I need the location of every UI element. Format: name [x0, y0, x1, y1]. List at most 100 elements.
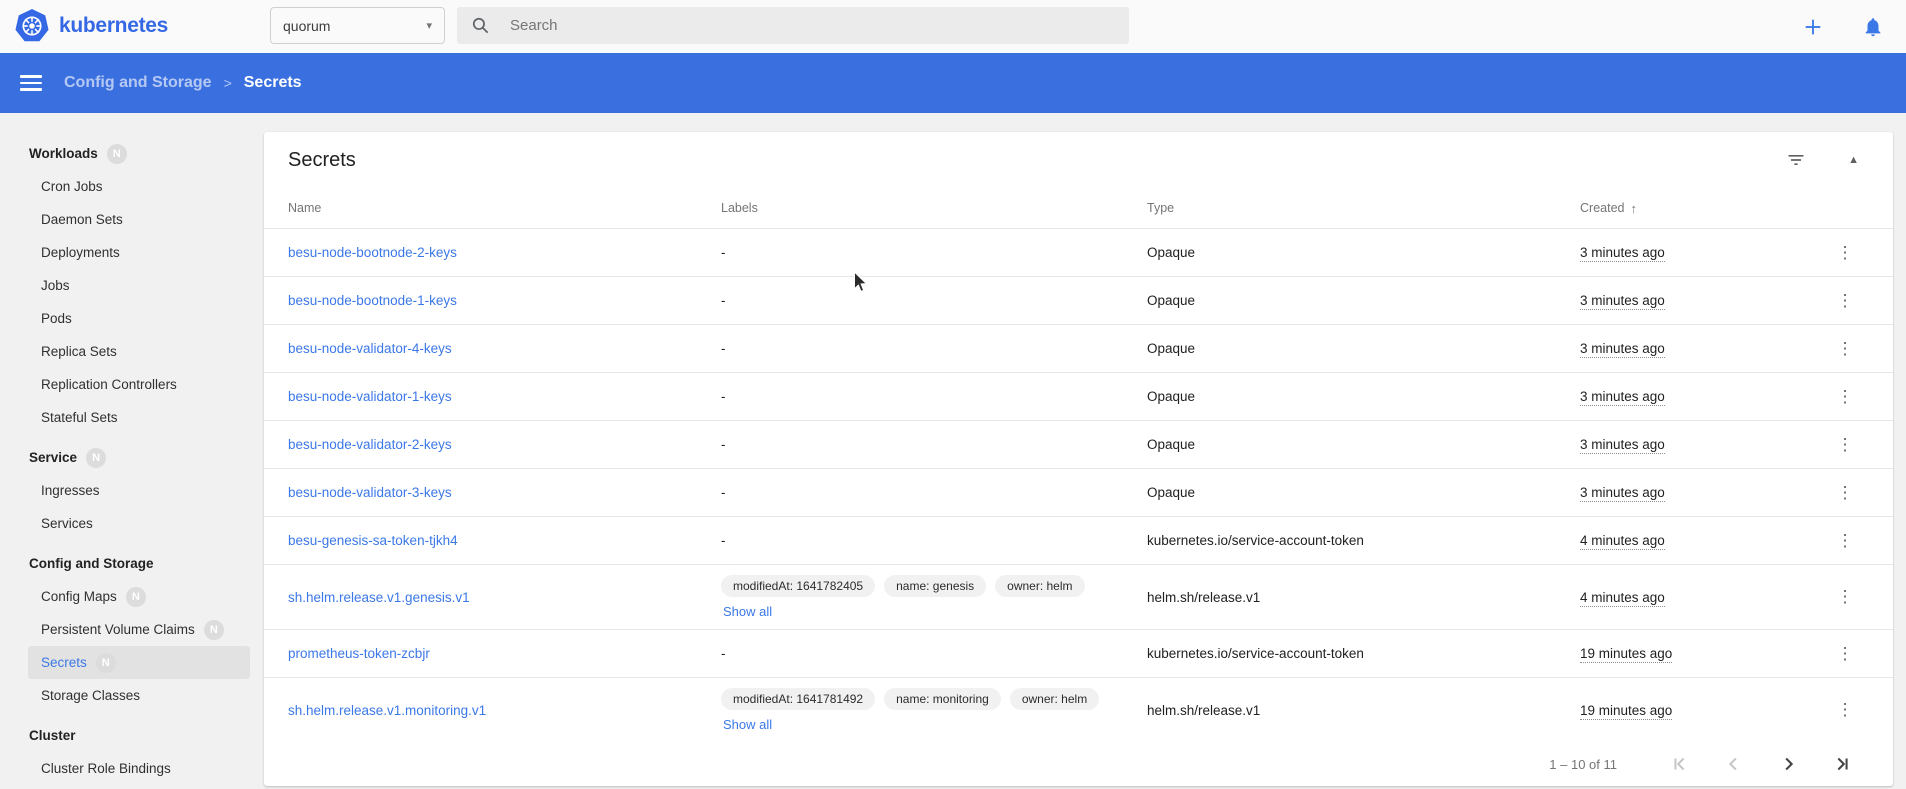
- breadcrumb: Config and Storage > Secrets: [64, 74, 302, 92]
- row-actions-menu-button[interactable]: ⋮: [1829, 287, 1862, 315]
- type-cell: kubernetes.io/service-account-token: [1147, 646, 1580, 661]
- last-page-button[interactable]: [1829, 751, 1855, 777]
- sidebar-section-service[interactable]: Service N: [0, 441, 264, 474]
- sidebar-item-cron-jobs[interactable]: Cron Jobs: [0, 170, 264, 203]
- sidebar-item-daemon-sets[interactable]: Daemon Sets: [0, 203, 264, 236]
- menu-button[interactable]: [20, 75, 42, 91]
- breadcrumb-parent-link[interactable]: Config and Storage: [64, 74, 212, 92]
- first-page-button[interactable]: [1667, 751, 1693, 777]
- row-actions-menu-button[interactable]: ⋮: [1829, 239, 1862, 267]
- row-actions-menu-button[interactable]: ⋮: [1829, 583, 1862, 611]
- column-header-name[interactable]: Name: [288, 201, 721, 215]
- row-actions-menu-button[interactable]: ⋮: [1829, 431, 1862, 459]
- created-timestamp: 3 minutes ago: [1580, 245, 1665, 262]
- sidebar-section-config-and-storage[interactable]: Config and Storage: [0, 547, 264, 580]
- table-row: besu-node-bootnode-2-keys - Opaque 3 min…: [264, 228, 1893, 276]
- secret-name-link[interactable]: sh.helm.release.v1.genesis.v1: [288, 590, 470, 605]
- sidebar-item-pods[interactable]: Pods: [0, 302, 264, 335]
- secret-name-link[interactable]: besu-node-validator-1-keys: [288, 389, 452, 404]
- secret-name-link[interactable]: besu-genesis-sa-token-tjkh4: [288, 533, 458, 548]
- row-actions-menu-button[interactable]: ⋮: [1829, 383, 1862, 411]
- created-timestamp: 4 minutes ago: [1580, 590, 1665, 607]
- secret-name-link[interactable]: besu-node-bootnode-2-keys: [288, 245, 457, 260]
- type-cell: Opaque: [1147, 389, 1580, 404]
- sidebar-item-label: Pods: [41, 311, 72, 326]
- next-page-button[interactable]: [1775, 751, 1801, 777]
- table-row: besu-node-validator-1-keys - Opaque 3 mi…: [264, 372, 1893, 420]
- created-timestamp: 19 minutes ago: [1580, 646, 1672, 663]
- sidebar-item-jobs[interactable]: Jobs: [0, 269, 264, 302]
- sidebar-section-cluster[interactable]: Cluster: [0, 719, 264, 752]
- secrets-card: Secrets ▲ Name Labels Type Created ↑ bes…: [264, 132, 1893, 786]
- show-all-link[interactable]: Show all: [723, 717, 772, 732]
- kubernetes-logo[interactable]: kubernetes: [14, 8, 168, 44]
- secret-name-link[interactable]: prometheus-token-zcbjr: [288, 646, 430, 661]
- namespaced-badge: N: [204, 620, 224, 640]
- sidebar-item-label: Replica Sets: [41, 344, 117, 359]
- sidebar-item-replica-sets[interactable]: Replica Sets: [0, 335, 264, 368]
- collapse-card-button[interactable]: ▲: [1844, 150, 1863, 170]
- labels-empty-value: -: [721, 245, 726, 260]
- sidebar-item-deployments[interactable]: Deployments: [0, 236, 264, 269]
- kebab-icon: ⋮: [1837, 483, 1854, 502]
- row-actions-menu-button[interactable]: ⋮: [1829, 335, 1862, 363]
- type-cell: Opaque: [1147, 293, 1580, 308]
- labels-empty-value: -: [721, 389, 726, 404]
- search-icon: [471, 16, 490, 35]
- secret-name-link[interactable]: besu-node-validator-2-keys: [288, 437, 452, 452]
- sidebar-item-label: Jobs: [41, 278, 70, 293]
- sidebar-item-storage-classes[interactable]: Storage Classes: [0, 679, 264, 712]
- sidebar-section: Workloads N Cron Jobs Daemon Sets Deploy…: [0, 137, 264, 434]
- search-input[interactable]: [508, 16, 1068, 35]
- breadcrumb-bar: Config and Storage > Secrets: [0, 53, 1906, 113]
- created-timestamp: 19 minutes ago: [1580, 703, 1672, 720]
- created-timestamp: 3 minutes ago: [1580, 389, 1665, 406]
- search-bar[interactable]: [457, 7, 1129, 44]
- namespaced-badge: N: [126, 587, 146, 607]
- row-actions-menu-button[interactable]: ⋮: [1829, 527, 1862, 555]
- secret-name-link[interactable]: besu-node-validator-3-keys: [288, 485, 452, 500]
- kebab-icon: ⋮: [1837, 243, 1854, 262]
- column-header-created[interactable]: Created ↑: [1580, 201, 1821, 216]
- label-chip: name: genesis: [884, 575, 986, 597]
- sidebar-item-replication-controllers[interactable]: Replication Controllers: [0, 368, 264, 401]
- secret-name-link[interactable]: sh.helm.release.v1.monitoring.v1: [288, 703, 486, 718]
- sidebar-item-cluster-role-bindings[interactable]: Cluster Role Bindings: [0, 752, 264, 785]
- create-resource-button[interactable]: [1798, 12, 1828, 42]
- namespace-selector[interactable]: quorum ▾: [270, 7, 445, 44]
- sidebar-item-label: Stateful Sets: [41, 410, 118, 425]
- sidebar-section-workloads[interactable]: Workloads N: [0, 137, 264, 170]
- labels-cell: -: [721, 341, 1147, 356]
- column-header-type[interactable]: Type: [1147, 201, 1580, 215]
- namespaced-badge: N: [96, 653, 116, 673]
- show-all-link[interactable]: Show all: [723, 604, 772, 619]
- sidebar-nav: Workloads N Cron Jobs Daemon Sets Deploy…: [0, 113, 264, 789]
- previous-page-button[interactable]: [1721, 751, 1747, 777]
- labels-cell: -: [721, 437, 1147, 452]
- sidebar-item-config-maps[interactable]: Config Maps N: [0, 580, 264, 613]
- sidebar-item-ingresses[interactable]: Ingresses: [0, 474, 264, 507]
- filter-button[interactable]: [1782, 146, 1810, 174]
- created-timestamp: 3 minutes ago: [1580, 293, 1665, 310]
- sidebar-item-services[interactable]: Services: [0, 507, 264, 540]
- labels-empty-value: -: [721, 533, 726, 548]
- row-actions-menu-button[interactable]: ⋮: [1829, 640, 1862, 668]
- sidebar-item-stateful-sets[interactable]: Stateful Sets: [0, 401, 264, 434]
- sidebar-section-items: Cron Jobs Daemon Sets Deployments Jobs P…: [0, 170, 264, 434]
- notifications-button[interactable]: [1858, 12, 1888, 42]
- sidebar-item-persistent-volume-claims[interactable]: Persistent Volume Claims N: [0, 613, 264, 646]
- sidebar-item-label: Cron Jobs: [41, 179, 103, 194]
- secret-name-link[interactable]: besu-node-validator-4-keys: [288, 341, 452, 356]
- pagination: 1 – 10 of 11: [264, 742, 1893, 786]
- labels-empty-value: -: [721, 293, 726, 308]
- kebab-icon: ⋮: [1837, 291, 1854, 310]
- sidebar-item-label: Storage Classes: [41, 688, 140, 703]
- secret-name-link[interactable]: besu-node-bootnode-1-keys: [288, 293, 457, 308]
- column-header-labels[interactable]: Labels: [721, 201, 1147, 215]
- sidebar-item-secrets[interactable]: Secrets N: [28, 646, 250, 679]
- row-actions-menu-button[interactable]: ⋮: [1829, 479, 1862, 507]
- row-actions-menu-button[interactable]: ⋮: [1829, 696, 1862, 724]
- table-row: besu-node-validator-2-keys - Opaque 3 mi…: [264, 420, 1893, 468]
- chevron-up-icon: ▲: [1848, 154, 1859, 166]
- namespaced-badge: N: [86, 448, 106, 468]
